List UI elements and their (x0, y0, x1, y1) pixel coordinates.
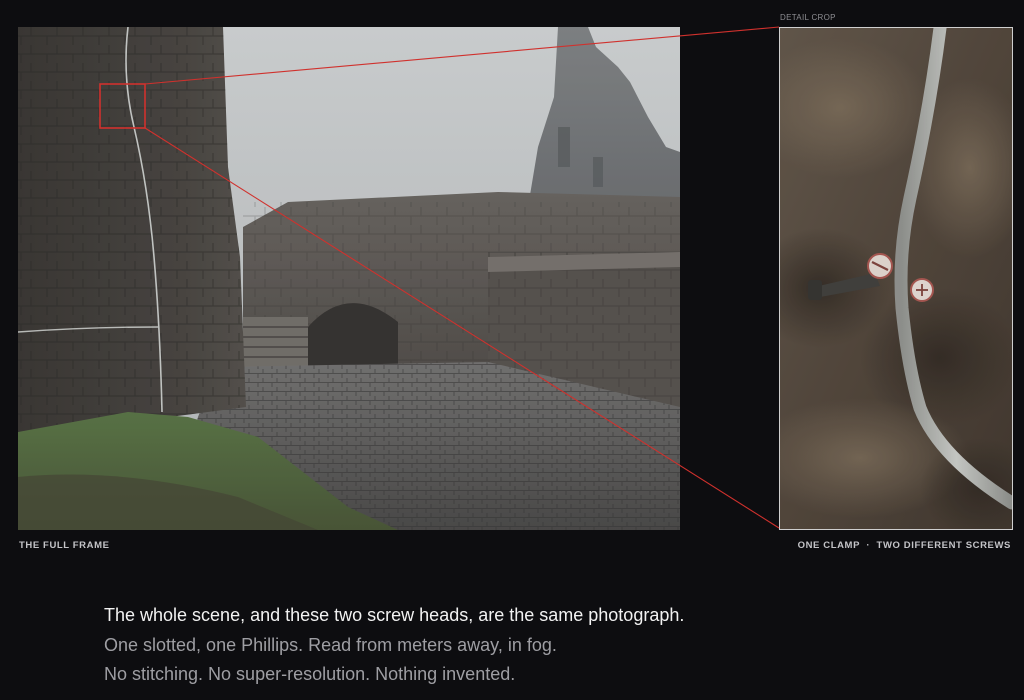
full-frame-photo (18, 27, 680, 530)
detail-crop-photo (779, 27, 1013, 530)
detail-crop-label: DETAIL CROP (780, 13, 836, 22)
headline-line: The whole scene, and these two screw hea… (104, 605, 685, 625)
description-text: The whole scene, and these two screw hea… (104, 601, 924, 690)
clamp-closeup-illustration (780, 28, 1012, 529)
full-frame-caption: THE FULL FRAME (19, 540, 110, 551)
disclaimer-line: No stitching. No super-resolution. Nothi… (104, 664, 516, 684)
detail-line: One slotted, one Phillips. Read from met… (104, 634, 557, 655)
castle-courtyard-illustration (18, 27, 680, 530)
crop-caption: ONE CLAMP · TWO DIFFERENT SCREWS (797, 540, 1011, 551)
page: DETAIL CROP THE FULL FRAME ONE CLAMP · T… (0, 0, 1024, 700)
